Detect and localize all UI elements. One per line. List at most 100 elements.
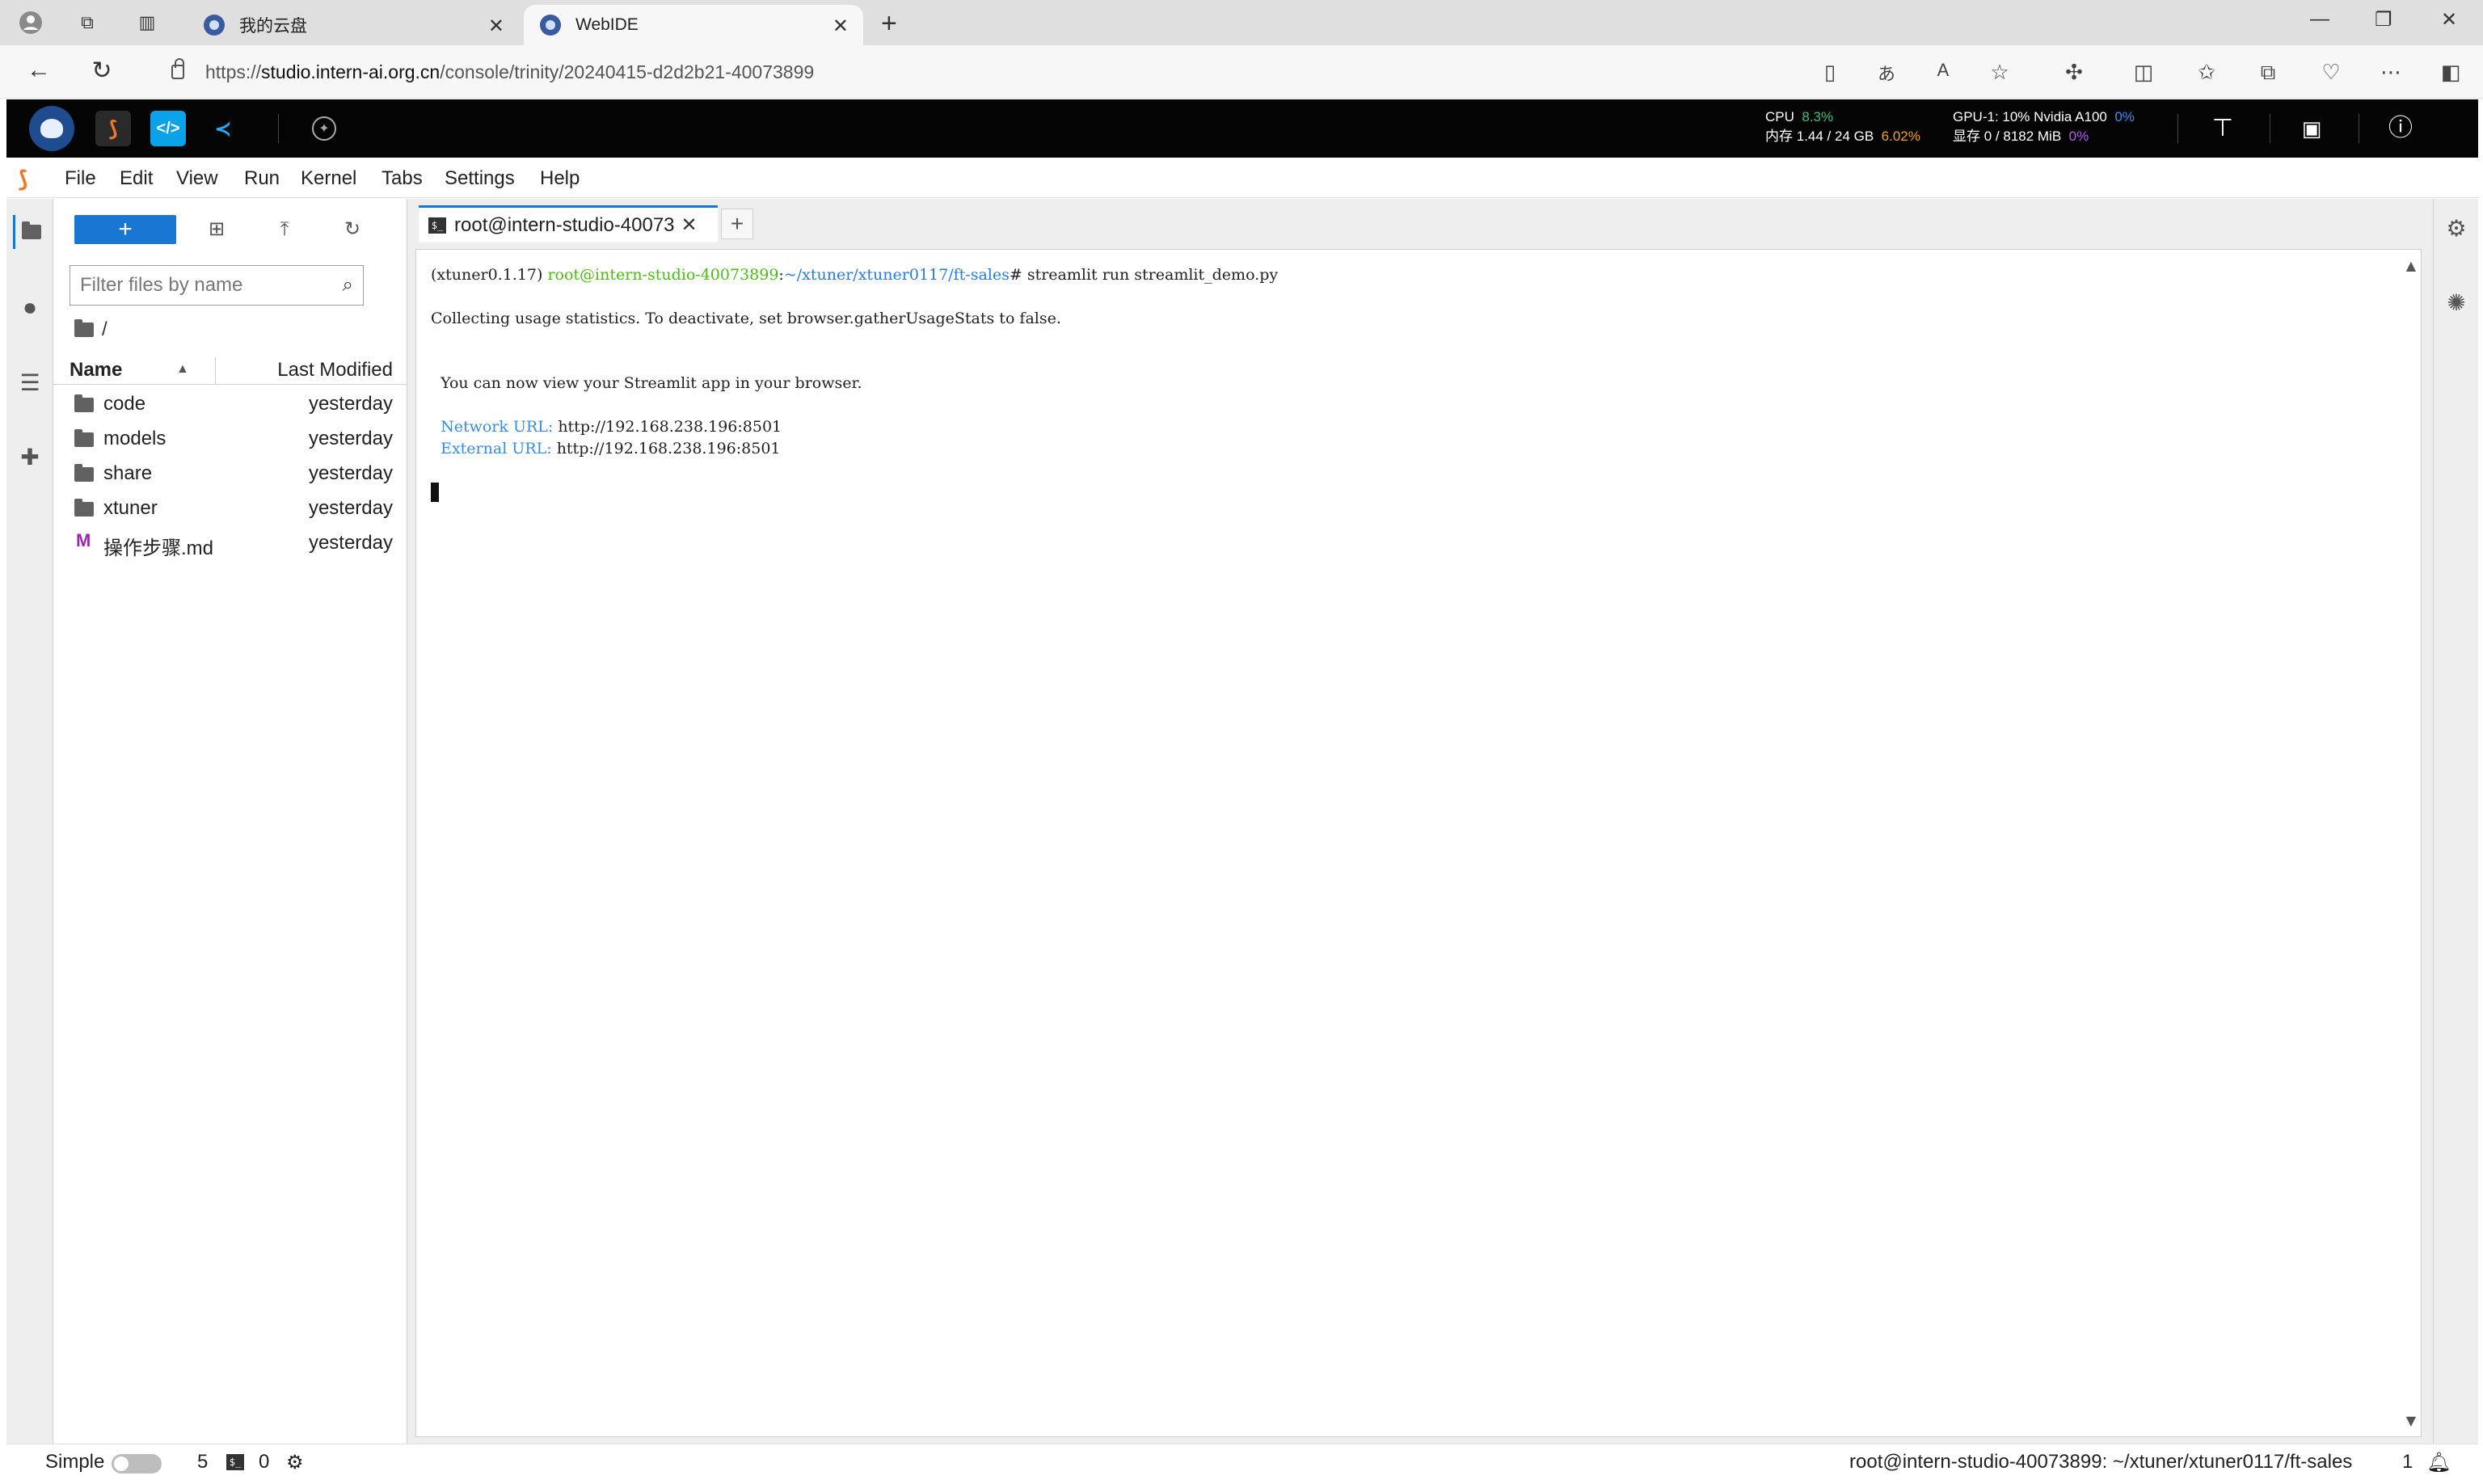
info-icon[interactable]: ⓘ	[2383, 111, 2418, 146]
browser-tab-bar: ⧉ ▥ 我的云盘 ✕ WebIDE ✕ + — ❐ ✕	[0, 0, 2483, 45]
terminal-count[interactable]: 0	[259, 1451, 269, 1473]
collections-icon[interactable]: ⧉	[2253, 60, 2283, 86]
scroll-down-icon[interactable]: ▼	[2406, 1413, 2416, 1428]
terminal-output[interactable]: (xtuner0.1.17) root@intern-studio-400738…	[415, 249, 2422, 1437]
column-last-modified[interactable]: Last Modified	[277, 359, 393, 382]
scroll-up-icon[interactable]: ▲	[2406, 258, 2416, 273]
file-row-share[interactable]: share yesterday	[53, 456, 407, 491]
breadcrumb-path[interactable]: /	[102, 318, 107, 341]
jupyter-app-icon[interactable]: ⟆	[95, 111, 131, 146]
close-tab-icon[interactable]: ✕	[681, 213, 698, 237]
menu-help[interactable]: Help	[540, 167, 580, 190]
browser-tab-webide[interactable]: WebIDE ✕	[524, 5, 863, 45]
file-browser-icon[interactable]	[13, 215, 47, 249]
refresh-icon[interactable]: ↻	[336, 215, 369, 244]
kernel-status-icon[interactable]: ⚙	[286, 1451, 304, 1474]
intern-studio-logo[interactable]	[29, 106, 74, 151]
notification-count[interactable]: 1	[2402, 1451, 2413, 1473]
close-tab-icon[interactable]: ✕	[488, 15, 504, 38]
favorite-star-icon[interactable]: ☆	[1985, 60, 2014, 85]
file-name: xtuner	[103, 497, 158, 519]
left-sidebar: ⏺ ☰ ✚	[6, 199, 53, 1444]
new-launcher-button[interactable]: +	[74, 215, 176, 244]
file-row-xtuner[interactable]: xtuner yesterday	[53, 491, 407, 525]
lock-icon	[171, 58, 184, 79]
terminal-tab[interactable]: $_ root@intern-studio-40073 ✕	[419, 205, 718, 242]
property-inspector-icon[interactable]: ⚙	[2443, 215, 2469, 242]
menu-view[interactable]: View	[176, 167, 218, 190]
back-icon[interactable]: ←	[23, 57, 55, 84]
more-options-icon[interactable]: ⋯	[2376, 60, 2405, 85]
menu-edit[interactable]: Edit	[120, 167, 153, 190]
simple-mode-toggle[interactable]	[112, 1454, 162, 1473]
compass-icon[interactable]: ✦	[312, 116, 336, 141]
translate-icon[interactable]: あ	[1872, 60, 1901, 86]
tab-title: 我的云盘	[239, 17, 307, 36]
file-name: code	[103, 393, 146, 415]
tab-favicon-icon	[204, 15, 225, 36]
terminal-path-status: root@intern-studio-40073899: ~/xtuner/xt…	[1849, 1451, 2353, 1473]
file-modified: yesterday	[308, 532, 393, 554]
mem-pct: 6.02%	[1881, 129, 1920, 144]
profile-icon[interactable]	[15, 6, 47, 39]
close-tab-icon[interactable]: ✕	[833, 15, 849, 38]
menu-tabs[interactable]: Tabs	[382, 167, 423, 190]
new-folder-icon[interactable]: ⊞	[200, 215, 233, 244]
tensorflow-icon[interactable]: ⊤	[2205, 111, 2241, 146]
kernel-count[interactable]: 5	[197, 1451, 208, 1473]
breadcrumb[interactable]: /	[74, 318, 107, 341]
folder-icon	[74, 499, 94, 516]
menu-settings[interactable]: Settings	[445, 167, 515, 190]
running-sessions-icon[interactable]: ⏺	[13, 291, 47, 325]
vscode-app-icon[interactable]: ≺	[205, 111, 241, 146]
webide-app-icon[interactable]: </>	[150, 111, 186, 146]
terminal-line-network: Network URL: http://192.168.238.196:8501	[431, 418, 782, 436]
file-row-md[interactable]: M 操作步骤.md yesterday	[53, 525, 407, 560]
new-tab-button[interactable]: +	[881, 8, 897, 40]
window-close-icon[interactable]: ✕	[2441, 8, 2457, 32]
folder-icon	[74, 394, 94, 412]
right-sidebar: ⚙ ✺	[2433, 199, 2478, 1444]
menu-kernel[interactable]: Kernel	[301, 167, 356, 190]
url-field[interactable]: https://studio.intern-ai.org.cn/console/…	[144, 53, 1809, 91]
file-row-models[interactable]: models yesterday	[53, 421, 407, 456]
bell-icon[interactable]: 🔔︎	[2426, 1451, 2451, 1474]
file-row-code[interactable]: code yesterday	[53, 386, 407, 421]
browser-tab-cloud[interactable]: 我的云盘 ✕	[188, 5, 519, 45]
sidebar-toggle-icon[interactable]: ◧	[2436, 60, 2465, 85]
table-of-contents-icon[interactable]: ☰	[13, 365, 47, 399]
filter-files-field[interactable]: ⌕	[70, 265, 364, 306]
read-aloud-icon[interactable]: A	[1929, 60, 1958, 81]
debugger-icon[interactable]: ✺	[2443, 289, 2469, 316]
upload-icon[interactable]: ⤒	[268, 215, 301, 244]
split-screen-icon[interactable]: ◫	[2129, 60, 2158, 85]
extensions-icon[interactable]: ✚	[13, 440, 47, 474]
url-text: https://studio.intern-ai.org.cn/console/…	[205, 61, 814, 83]
restore-icon[interactable]: ❐	[2375, 8, 2392, 32]
column-name[interactable]: Name	[70, 359, 122, 382]
status-bar: Simple 5 $_ 0 ⚙ root@intern-studio-40073…	[6, 1444, 2478, 1479]
add-tab-button[interactable]: +	[721, 209, 753, 239]
sort-ascending-icon[interactable]: ▲	[176, 362, 189, 377]
external-url[interactable]: http://192.168.238.196:8501	[557, 440, 781, 457]
browser-essentials-icon[interactable]: ♡	[2316, 60, 2346, 85]
workspaces-icon[interactable]: ⧉	[71, 6, 103, 39]
main-dock-panel: $_ root@intern-studio-40073 ✕ + (xtuner0…	[407, 199, 2433, 1444]
menu-run[interactable]: Run	[244, 167, 280, 190]
refresh-icon[interactable]: ↻	[86, 57, 118, 85]
gpu-pct: 0%	[2114, 109, 2135, 124]
file-modified: yesterday	[308, 428, 393, 449]
filter-files-input[interactable]	[80, 274, 322, 297]
minimize-icon[interactable]: —	[2310, 8, 2329, 31]
prompt-user-host: root@intern-studio-40073899	[547, 266, 779, 284]
conda-env: (xtuner0.1.17)	[431, 266, 548, 284]
extensions-icon[interactable]: ✣	[2059, 60, 2089, 85]
gpu-stats: GPU-1: 10% Nvidia A100 0% 显存 0 / 8182 Mi…	[1953, 108, 2135, 146]
monitor-icon[interactable]: ▣	[2294, 111, 2329, 146]
reading-view-icon[interactable]: ▯	[1815, 60, 1844, 85]
menu-file[interactable]: File	[65, 167, 96, 190]
favorites-icon[interactable]: ✩	[2192, 60, 2221, 85]
divider	[2177, 114, 2178, 143]
vertical-tabs-icon[interactable]: ▥	[131, 6, 163, 39]
network-url[interactable]: http://192.168.238.196:8501	[558, 418, 782, 436]
